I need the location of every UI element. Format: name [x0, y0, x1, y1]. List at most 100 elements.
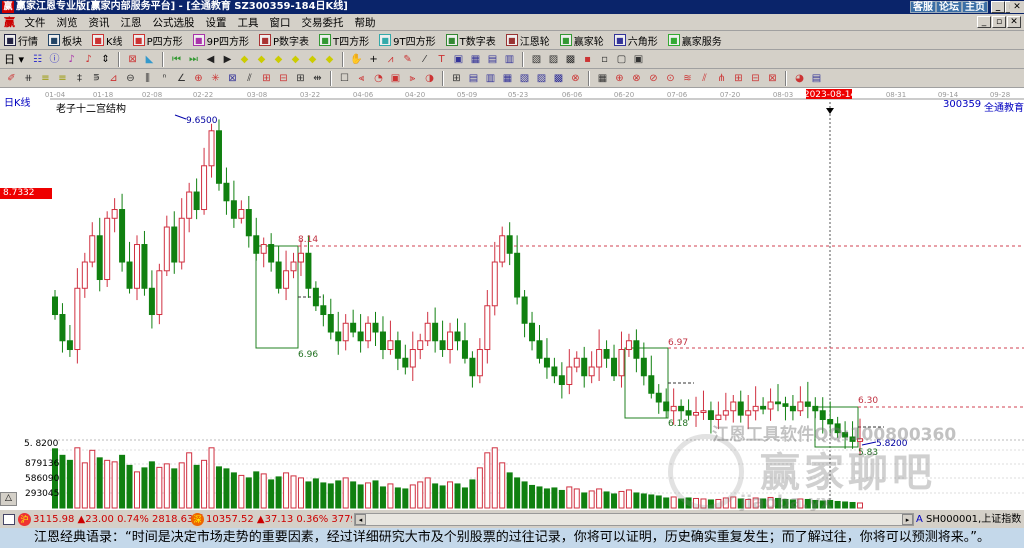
tool-n-icon[interactable]: ▦ — [500, 71, 515, 86]
indicator-b-icon[interactable]: ♪ — [81, 52, 96, 67]
grid-b-icon[interactable]: ⊞ — [449, 71, 464, 86]
fan-icon[interactable]: ⫷ — [354, 71, 369, 86]
menu-window[interactable]: 窗口 — [270, 17, 291, 29]
arrows-icon[interactable]: ⇹ — [310, 71, 325, 86]
menu-browse[interactable]: 浏览 — [57, 17, 78, 29]
color-circle-icon[interactable]: ◕ — [792, 71, 807, 86]
tool-aa-icon[interactable]: ⊞ — [731, 71, 746, 86]
tool-b-icon[interactable]: ▦ — [468, 52, 483, 67]
fib-d-icon[interactable]: ⋾ — [89, 71, 104, 86]
menu-help[interactable]: 帮助 — [355, 17, 376, 29]
tool-ab-icon[interactable]: ⊟ — [748, 71, 763, 86]
toolbar-dollar-button[interactable]: ■ 赢家服务 — [667, 33, 722, 48]
tool-w-icon[interactable]: ⊙ — [663, 71, 678, 86]
tool-v-icon[interactable]: ⊘ — [646, 71, 661, 86]
restore-view-icon[interactable]: ⊠ — [125, 52, 140, 67]
tool-f-icon[interactable]: ▨ — [546, 52, 561, 67]
hand-icon[interactable]: ✋ — [349, 52, 364, 67]
tool-y-icon[interactable]: ⫽ — [697, 71, 712, 86]
calculator-icon[interactable] — [3, 514, 15, 525]
scroll-left-icon[interactable]: ◀ — [203, 52, 218, 67]
tool-o-icon[interactable]: ▧ — [517, 71, 532, 86]
menu-gann[interactable]: 江恩 — [121, 17, 142, 29]
tool-s-icon[interactable]: ▦ — [595, 71, 610, 86]
fan-b-icon[interactable]: ⫸ — [405, 71, 420, 86]
collapse-triangle-button[interactable]: △ — [0, 492, 17, 506]
toolbar-p9-button[interactable]: ■ 9P四方形 — [192, 33, 249, 48]
menu-info[interactable]: 资讯 — [89, 17, 110, 29]
box-icon[interactable]: ⊠ — [225, 71, 240, 86]
minimize-button[interactable]: _ — [991, 1, 1005, 13]
sz-index-quote[interactable]: 10357.52 ▲37.13 0.36% 3779.82亿 — [206, 511, 352, 528]
tool-a-icon[interactable]: ▣ — [451, 52, 466, 67]
tool-d-icon[interactable]: ▥ — [502, 52, 517, 67]
grid-icon[interactable]: ⊞ — [293, 71, 308, 86]
tool-x-icon[interactable]: ≋ — [680, 71, 695, 86]
tool-u-icon[interactable]: ⊗ — [629, 71, 644, 86]
kline-chart[interactable]: 01-04 01-18 02-08 02-22 03-08 03-22 04-06 04-20… — [0, 88, 1024, 513]
menu-trade[interactable]: 交易委托 — [302, 17, 344, 29]
red-box-icon[interactable]: ⊟ — [276, 71, 291, 86]
gann-lines-icon[interactable]: ⫼ — [140, 71, 155, 86]
toolbar-ts-button[interactable]: ■ T四方形 — [319, 33, 369, 48]
tool-c-icon[interactable]: ▤ — [485, 52, 500, 67]
menu-tools[interactable]: 工具 — [238, 17, 259, 29]
tool-k-icon[interactable]: ▣ — [631, 52, 646, 67]
child-restore-button[interactable]: ▫ — [992, 16, 1006, 28]
chart-type-icon[interactable]: ☷ — [30, 52, 45, 67]
shrink-icon[interactable]: ◆ — [288, 52, 303, 67]
slash-lines-icon[interactable]: ⫽ — [242, 71, 257, 86]
zoom-out-icon[interactable]: ◆ — [254, 52, 269, 67]
tool-p-icon[interactable]: ▨ — [534, 71, 549, 86]
toolbar-sector-button[interactable]: ■ 板块 — [48, 33, 82, 48]
tool-z-icon[interactable]: ⋔ — [714, 71, 729, 86]
zigzag-icon[interactable]: ⩘ — [383, 52, 398, 67]
period-select[interactable]: 日 ▾ — [4, 51, 24, 67]
scroll-left-button[interactable]: ◂ — [355, 514, 366, 525]
toolbar-gann-wheel-button[interactable]: ■ 江恩轮 — [505, 33, 550, 48]
move-down-icon[interactable]: ◆ — [322, 52, 337, 67]
forum-link[interactable]: 论坛 — [936, 1, 962, 13]
index-code[interactable]: SH000001,上证指数 — [926, 511, 1021, 528]
menu-file[interactable]: 文件 — [25, 17, 46, 29]
zoom-in-icon[interactable]: ◆ — [237, 52, 252, 67]
circle-grid-icon[interactable]: ⊖ — [123, 71, 138, 86]
tool-j-icon[interactable]: ▢ — [614, 52, 629, 67]
toolbar-pn-button[interactable]: ■ P数字表 — [259, 33, 309, 48]
tool-ac-icon[interactable]: ⊠ — [765, 71, 780, 86]
tool-i-icon[interactable]: ▫ — [597, 52, 612, 67]
tool-l-icon[interactable]: ▤ — [466, 71, 481, 86]
horizontal-scrollbar[interactable]: ◂ ▸ — [354, 513, 914, 526]
indicator-a-icon[interactable]: ♪ — [64, 52, 79, 67]
fib-c-icon[interactable]: ‡ — [72, 71, 87, 86]
toolbar-t9-button[interactable]: ■ 9T四方形 — [379, 33, 436, 48]
tool-g-icon[interactable]: ▩ — [563, 52, 578, 67]
star-icon[interactable]: ✳ — [208, 71, 223, 86]
toolbar-tn-button[interactable]: ■ T数字表 — [445, 33, 496, 48]
toolbar-ps-button[interactable]: ■ P四方形 — [132, 33, 183, 48]
tool-h-icon[interactable]: ▪ — [580, 52, 595, 67]
angle-icon[interactable]: ∠ — [174, 71, 189, 86]
text-tool-icon[interactable]: T — [434, 52, 449, 67]
red-grid-icon[interactable]: ⊞ — [259, 71, 274, 86]
crosshair-icon[interactable]: + — [366, 52, 381, 67]
palette-icon[interactable]: ▤ — [809, 71, 824, 86]
tool-m-icon[interactable]: ▥ — [483, 71, 498, 86]
tool-r-icon[interactable]: ⊗ — [568, 71, 583, 86]
child-close-button[interactable]: ✕ — [1007, 16, 1021, 28]
line-tool-icon[interactable]: ⁄ — [417, 52, 432, 67]
fib-a-icon[interactable]: ≡ — [38, 71, 53, 86]
fib-fan-icon[interactable]: ⊿ — [106, 71, 121, 86]
close-button[interactable]: ✕ — [1010, 1, 1024, 13]
scroll-right-icon[interactable]: ▶ — [220, 52, 235, 67]
homepage-link[interactable]: 主页 — [962, 1, 988, 13]
pie-icon[interactable]: ◔ — [371, 71, 386, 86]
toolbar-hexagon-button[interactable]: ■ 六角形 — [613, 33, 658, 48]
tool-t-icon[interactable]: ⊕ — [612, 71, 627, 86]
menu-formula[interactable]: 公式选股 — [153, 17, 195, 29]
tool-q-icon[interactable]: ▩ — [551, 71, 566, 86]
child-minimize-button[interactable]: _ — [977, 16, 991, 28]
toolbar-kline-button[interactable]: ■ K线 — [92, 33, 123, 48]
last-bar-icon[interactable]: ⏭ — [186, 52, 201, 67]
toolbar-quote-grid-button[interactable]: ■ 行情 — [4, 33, 38, 48]
